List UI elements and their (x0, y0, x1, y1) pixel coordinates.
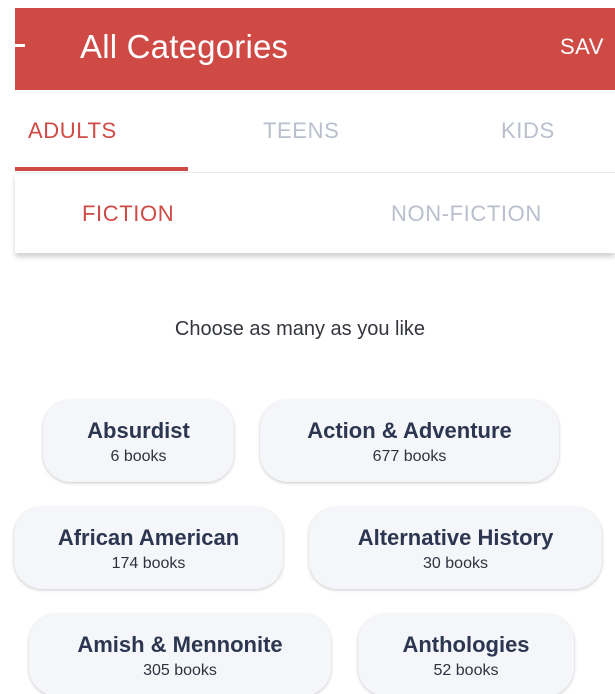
category-chip-absurdist[interactable]: Absurdist 6 books (43, 400, 234, 482)
category-name: Action & Adventure (307, 418, 512, 443)
category-count: 174 books (111, 555, 186, 572)
back-arrow-icon[interactable] (15, 44, 25, 47)
category-chip-african-american[interactable]: African American 174 books (14, 507, 283, 589)
instruction-text: Choose as many as you like (174, 318, 426, 340)
category-chip-action-adventure[interactable]: Action & Adventure 677 books (260, 400, 559, 482)
tab-fiction[interactable]: FICTION (82, 200, 174, 228)
age-tabs: ADULTS TEENS KIDS (15, 90, 615, 173)
category-chip-alternative-history[interactable]: Alternative History 30 books (309, 507, 602, 589)
category-name: African American (57, 525, 240, 550)
app-bar: All Categories SAV (15, 8, 615, 90)
page-title: All Categories (80, 28, 289, 65)
category-name: Absurdist (87, 418, 190, 443)
tab-teens[interactable]: TEENS (263, 117, 339, 145)
active-tab-indicator (15, 167, 188, 171)
category-count: 52 books (433, 662, 499, 679)
genre-tabs: FICTION NON-FICTION (15, 173, 615, 253)
tab-kids[interactable]: KIDS (501, 117, 555, 145)
save-button[interactable]: SAV (560, 33, 604, 61)
category-chip-anthologies[interactable]: Anthologies 52 books (358, 614, 574, 694)
tab-adults[interactable]: ADULTS (28, 117, 117, 145)
category-count: 677 books (372, 448, 447, 465)
tab-non-fiction[interactable]: NON-FICTION (391, 200, 542, 228)
screen: All Categories SAV ADULTS TEENS KIDS FIC… (0, 0, 615, 694)
category-count: 305 books (143, 662, 217, 679)
category-name: Amish & Mennonite (77, 632, 283, 657)
category-name: Anthologies (402, 632, 530, 657)
category-count: 6 books (110, 448, 167, 465)
category-count: 30 books (423, 555, 488, 572)
category-name: Alternative History (357, 525, 554, 550)
category-chip-amish-mennonite[interactable]: Amish & Mennonite 305 books (29, 614, 331, 694)
